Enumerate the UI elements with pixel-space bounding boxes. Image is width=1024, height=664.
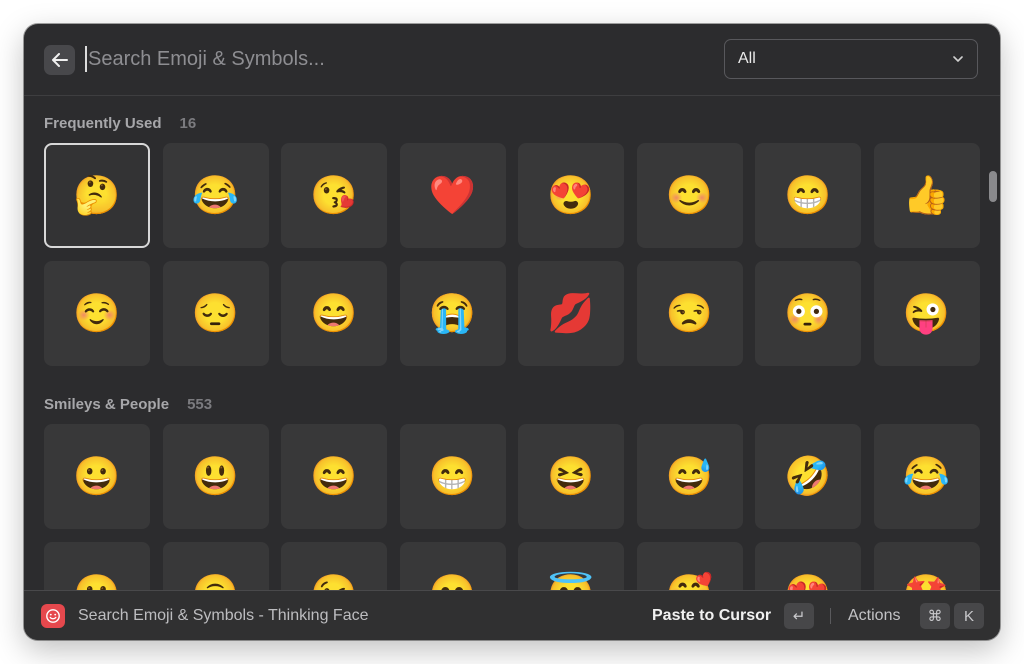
emoji-glyph: 😄 (310, 292, 358, 335)
category-filter-dropdown[interactable]: All (724, 39, 978, 79)
emoji-glyph: 😍 (784, 576, 831, 591)
emoji-tile[interactable]: 😍 (518, 143, 624, 248)
section-title: Frequently Used (44, 115, 162, 132)
emoji-tile[interactable]: 😂 (873, 424, 980, 529)
emoji-glyph: 🤔 (73, 174, 121, 217)
emoji-tile[interactable]: 😉 (281, 542, 387, 590)
emoji-glyph: 😊 (429, 576, 476, 591)
actions-button[interactable]: Actions (848, 607, 900, 625)
emoji-glyph: ❤️ (428, 174, 477, 217)
emoji-glyph: 💋 (547, 292, 595, 335)
emoji-tile[interactable]: 😘 (281, 143, 387, 248)
arrow-left-icon (51, 53, 68, 67)
emoji-tile[interactable]: 😀 (44, 424, 150, 529)
emoji-glyph: 😀 (73, 455, 121, 498)
emoji-list[interactable]: Frequently Used 16 🤔 😂 😘 ❤️ 😍 😊 😁 👍 ☺️ 😔 😄 😭 💋 😒 😳 😜 Smi… (24, 96, 1000, 590)
emoji-glyph: 🙂 (73, 576, 120, 591)
footer-divider (830, 608, 831, 624)
emoji-tile[interactable]: 😅 (636, 424, 743, 529)
emoji-tile[interactable]: 😳 (755, 261, 861, 366)
emoji-tile[interactable]: 😁 (399, 424, 506, 529)
emoji-glyph: 😉 (310, 576, 357, 591)
emoji-tile[interactable]: 😃 (162, 424, 269, 529)
emoji-tile[interactable]: 😄 (281, 261, 387, 366)
emoji-tile[interactable]: 🤔 (44, 143, 150, 248)
emoji-glyph: 😜 (902, 292, 951, 335)
emoji-glyph: 😂 (902, 455, 951, 498)
smiley-app-icon (41, 604, 65, 628)
emoji-tile[interactable]: 😁 (755, 143, 861, 248)
emoji-tile[interactable]: 🤩 (873, 542, 980, 591)
search-input[interactable] (86, 44, 648, 74)
section-count: 16 (179, 115, 197, 132)
emoji-glyph: 😇 (547, 576, 594, 591)
emoji-glyph: 🤩 (903, 576, 950, 591)
emoji-tile[interactable]: 🙃 (162, 542, 269, 591)
emoji-glyph: 😘 (310, 174, 358, 217)
emoji-tile[interactable]: ❤️ (399, 143, 506, 248)
emoji-tile[interactable]: 💋 (518, 261, 624, 366)
emoji-glyph: 😃 (191, 455, 240, 498)
emoji-glyph: 😅 (665, 455, 714, 498)
emoji-grid-smileys-people: 😀 😃 😄 😁 😆 😅 🤣 😂 🙂 🙃 😉 😊 😇 🥰 😍 🤩 (44, 424, 980, 590)
emoji-picker-window: All Frequently Used 16 🤔 😂 😘 ❤️ 😍 😊 😁 👍 ☺️ 😔 😄 😭 💋 😒 😳 😜… (24, 24, 1000, 640)
emoji-glyph: 😔 (191, 292, 240, 335)
filter-selected-value: All (738, 50, 756, 67)
emoji-glyph: 😂 (191, 174, 240, 217)
emoji-tile[interactable]: 🙂 (44, 542, 150, 590)
emoji-tile[interactable]: 😆 (518, 424, 624, 529)
emoji-tile[interactable]: 🥰 (636, 542, 743, 591)
footer-title: Search Emoji & Symbols - Thinking Face (78, 607, 369, 624)
emoji-glyph: 😁 (428, 455, 477, 498)
k-key-badge: K (954, 603, 984, 629)
emoji-tile[interactable]: 😒 (636, 261, 743, 366)
emoji-glyph: ☺️ (73, 292, 121, 335)
emoji-tile[interactable]: 🤣 (755, 424, 861, 529)
emoji-tile[interactable]: 😊 (636, 143, 743, 248)
section-header-frequently-used: Frequently Used 16 (44, 115, 196, 132)
emoji-glyph: 😄 (310, 455, 358, 498)
emoji-grid-frequently-used: 🤔 😂 😘 ❤️ 😍 😊 😁 👍 ☺️ 😔 😄 😭 💋 😒 😳 😜 (44, 143, 980, 366)
emoji-tile[interactable]: 👍 (873, 143, 980, 248)
emoji-glyph: 😁 (784, 174, 832, 217)
emoji-tile[interactable]: 😂 (162, 143, 269, 248)
emoji-tile[interactable]: 😔 (162, 261, 269, 366)
section-title: Smileys & People (44, 396, 170, 413)
back-button[interactable] (44, 45, 75, 75)
command-key-icon: ⌘ (920, 603, 950, 629)
emoji-tile[interactable]: 😜 (873, 261, 980, 366)
paste-to-cursor-button[interactable]: Paste to Cursor (652, 607, 771, 625)
emoji-tile[interactable]: ☺️ (44, 261, 150, 366)
emoji-glyph: 😳 (784, 292, 832, 335)
scrollbar-thumb[interactable] (989, 171, 997, 202)
emoji-glyph: 🤣 (784, 455, 832, 498)
search-header: All (24, 24, 1000, 96)
emoji-glyph: 🙃 (192, 576, 239, 591)
emoji-glyph: 😆 (547, 455, 595, 498)
chevron-down-icon (953, 56, 963, 62)
enter-key-icon: ↵ (784, 603, 814, 629)
emoji-tile[interactable]: 😊 (399, 542, 506, 591)
footer-bar: Search Emoji & Symbols - Thinking Face P… (24, 590, 1000, 640)
emoji-tile[interactable]: 😇 (518, 542, 624, 590)
section-count: 553 (187, 396, 213, 413)
emoji-tile[interactable]: 😍 (755, 542, 861, 590)
section-header-smileys-people: Smileys & People 553 (44, 396, 212, 413)
emoji-glyph: 😊 (665, 174, 714, 217)
emoji-tile[interactable]: 😭 (399, 261, 506, 366)
emoji-glyph: 👍 (902, 174, 951, 217)
emoji-glyph: 😭 (428, 292, 477, 335)
emoji-glyph: 🥰 (666, 576, 713, 591)
emoji-glyph: 😒 (665, 292, 714, 335)
emoji-tile[interactable]: 😄 (281, 424, 387, 529)
emoji-glyph: 😍 (547, 174, 595, 217)
